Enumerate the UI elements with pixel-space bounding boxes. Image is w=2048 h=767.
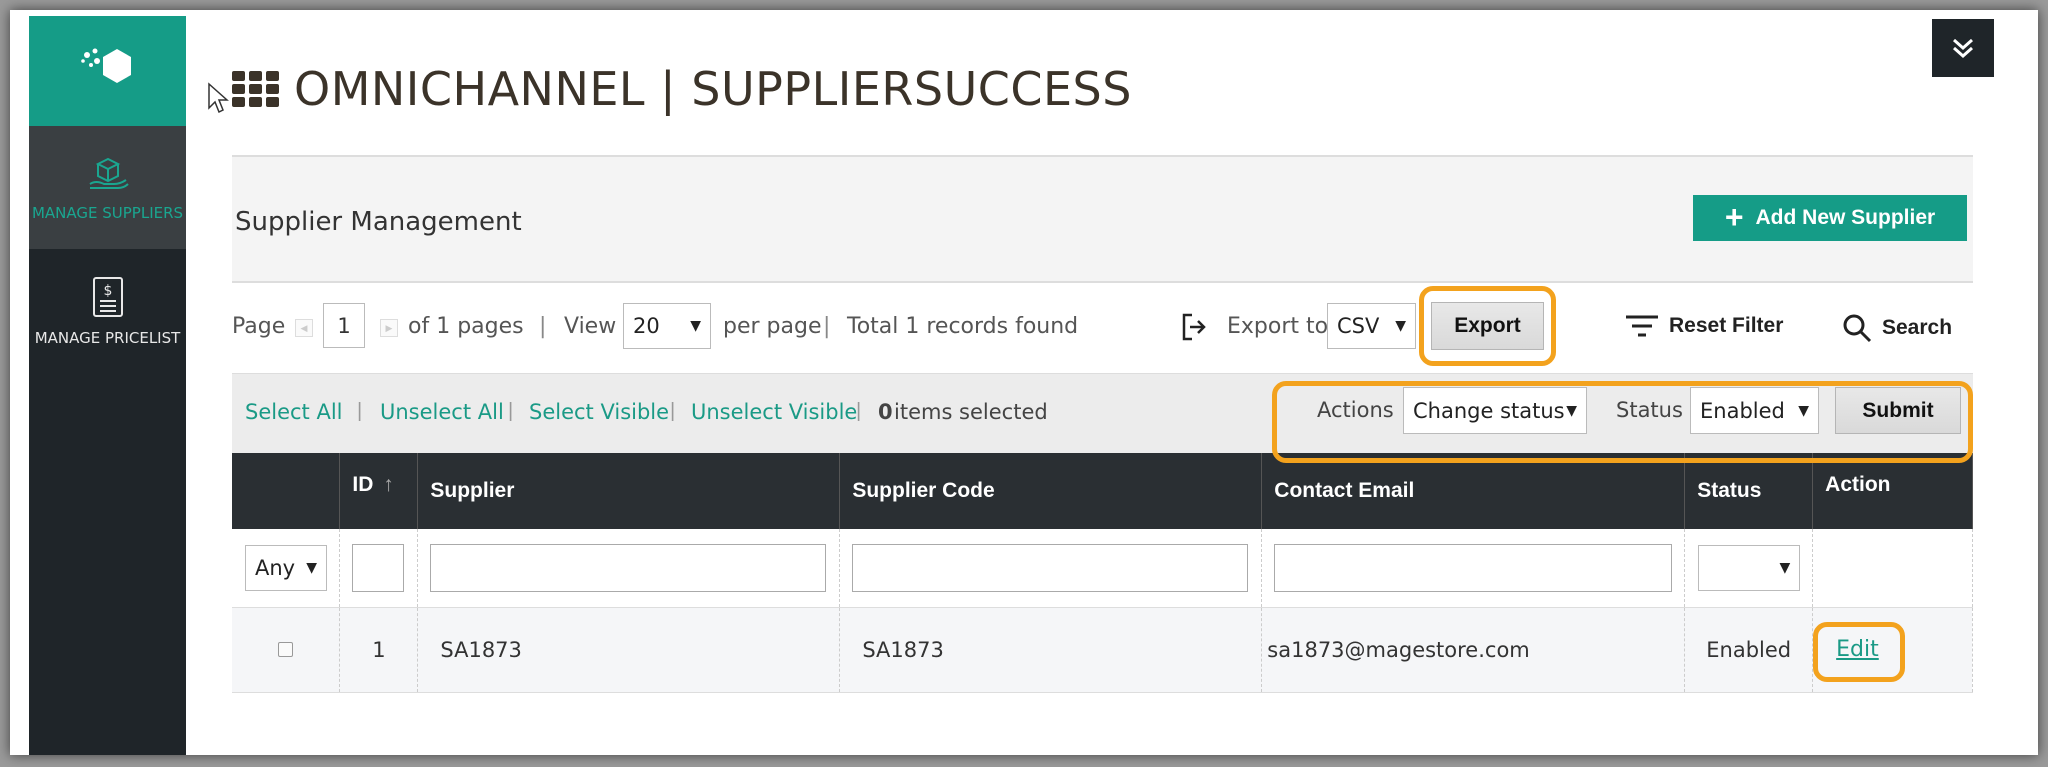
status-label: Status <box>1616 398 1683 422</box>
actions-label: Actions <box>1317 398 1394 422</box>
reset-filter-button[interactable]: Reset Filter <box>1625 313 1783 339</box>
unselect-visible-link[interactable]: Unselect Visible <box>691 400 857 424</box>
logo-icon <box>80 48 131 83</box>
caret-down-icon: ▼ <box>306 559 317 576</box>
column-header-supplier-code[interactable]: Supplier Code <box>839 453 1263 529</box>
email-filter-input[interactable] <box>1274 543 1673 592</box>
table-row[interactable]: 1 SA1873 SA1873 sa1873@magestore.com Ena… <box>232 607 1973 693</box>
mouse-cursor-icon <box>208 82 229 114</box>
collapse-button[interactable] <box>1932 19 1994 77</box>
export-to-label: Export to: <box>1227 314 1336 339</box>
sort-arrow-icon: ↑ <box>383 473 394 496</box>
page-size-select[interactable]: 20 ▼ <box>623 303 711 349</box>
of-pages-text: of 1 pages <box>408 314 524 339</box>
caret-down-icon: ▼ <box>1395 318 1406 334</box>
actions-value: Change status <box>1413 398 1565 423</box>
plus-icon: + <box>1724 198 1744 235</box>
unselect-all-link[interactable]: Unselect All <box>380 400 504 424</box>
view-label: View <box>564 314 617 339</box>
supplier-code-filter-input[interactable] <box>852 543 1249 592</box>
page-label: Page <box>232 314 286 339</box>
add-new-supplier-label: Add New Supplier <box>1755 206 1936 229</box>
selected-count: 0 <box>878 400 893 424</box>
status-value: Enabled <box>1700 398 1785 423</box>
page-input[interactable]: 1 <box>323 303 365 348</box>
app-grid-icon[interactable] <box>232 71 280 107</box>
app-window: MANAGE SUPPLIERS $ MANAGE PRICELIST OMNI… <box>10 10 2038 755</box>
svg-text:$: $ <box>103 283 112 299</box>
section-header: Supplier Management + Add New Supplier <box>232 155 1973 283</box>
checkbox-filter-select[interactable]: Any ▼ <box>245 544 327 591</box>
select-visible-link[interactable]: Select Visible <box>529 400 669 424</box>
submit-button[interactable]: Submit <box>1835 387 1961 434</box>
column-header-action: Action <box>1812 453 1973 529</box>
caret-down-icon: ▼ <box>1566 402 1577 419</box>
export-button[interactable]: Export <box>1431 302 1544 350</box>
separator: | <box>823 314 831 339</box>
cell-status: Enabled <box>1684 607 1814 693</box>
logo[interactable] <box>29 16 186 126</box>
column-header-label: ID <box>352 473 374 496</box>
filter-any-value: Any <box>255 555 296 580</box>
filter-icon <box>1626 315 1658 337</box>
export-format-value: CSV <box>1337 314 1380 338</box>
filter-row: Any ▼ ▼ <box>232 529 1973 608</box>
search-icon <box>1843 314 1872 343</box>
items-selected-text: items selected <box>894 400 1048 424</box>
search-button[interactable]: Search <box>1842 313 1952 343</box>
cell-contact-email: sa1873@magestore.com <box>1261 607 1686 693</box>
column-header-status[interactable]: Status <box>1684 453 1814 529</box>
table-header-row: ID ↑ Supplier Supplier Code Contact Emai… <box>232 453 1973 529</box>
separator: | <box>670 400 676 422</box>
column-header-id[interactable]: ID ↑ <box>339 453 419 529</box>
cell-id: 1 <box>339 607 419 693</box>
per-page-text: per page <box>723 314 822 339</box>
status-select[interactable]: Enabled ▼ <box>1690 387 1819 434</box>
double-chevron-down-icon <box>1953 38 1973 59</box>
separator: | <box>856 400 862 422</box>
status-filter-select[interactable]: ▼ <box>1698 544 1801 591</box>
sidebar-item-label: MANAGE PRICELIST <box>34 328 181 347</box>
mass-action-bar: Select All | Unselect All | Select Visib… <box>232 373 1973 463</box>
export-format-select[interactable]: CSV ▼ <box>1327 303 1416 349</box>
boxes-icon <box>88 157 129 189</box>
edit-highlight <box>1813 621 1906 682</box>
separator: | <box>508 400 514 422</box>
cell-supplier-code: SA1873 <box>839 607 1263 693</box>
sidebar-item-manage-suppliers[interactable]: MANAGE SUPPLIERS <box>29 126 186 249</box>
pager-toolbar: Page ◀ 1 ▶ of 1 pages | View 20 ▼ per pa… <box>232 283 1973 373</box>
page-size-value: 20 <box>633 314 660 338</box>
section-title: Supplier Management <box>235 207 522 237</box>
page-title-text: OMNICHANNEL | SUPPLIERSUCCESS <box>294 62 1132 116</box>
column-header-checkbox <box>232 453 341 529</box>
main-content: Supplier Management + Add New Supplier P… <box>232 155 1973 693</box>
caret-down-icon: ▼ <box>690 318 701 334</box>
caret-down-icon: ▼ <box>1779 559 1791 576</box>
prev-page-icon[interactable]: ◀ <box>295 319 313 337</box>
pricelist-icon: $ <box>92 276 123 317</box>
caret-down-icon: ▼ <box>1798 402 1809 419</box>
export-icon <box>1182 313 1206 341</box>
reset-filter-label: Reset Filter <box>1669 314 1784 337</box>
cell-supplier: SA1873 <box>417 607 841 693</box>
suppliers-table: ID ↑ Supplier Supplier Code Contact Emai… <box>232 453 1973 693</box>
actions-select[interactable]: Change status ▼ <box>1403 387 1587 434</box>
separator: | <box>539 314 547 339</box>
total-records-text: Total 1 records found <box>847 314 1079 339</box>
search-label: Search <box>1882 316 1953 339</box>
sidebar: MANAGE SUPPLIERS $ MANAGE PRICELIST <box>29 16 186 755</box>
select-all-link[interactable]: Select All <box>245 400 343 424</box>
column-header-supplier[interactable]: Supplier <box>417 453 841 529</box>
supplier-filter-input[interactable] <box>430 543 827 592</box>
add-new-supplier-button[interactable]: + Add New Supplier <box>1693 195 1967 241</box>
sidebar-item-manage-pricelist[interactable]: $ MANAGE PRICELIST <box>29 249 186 372</box>
sidebar-item-label: MANAGE SUPPLIERS <box>31 203 184 222</box>
column-header-contact-email[interactable]: Contact Email <box>1261 453 1686 529</box>
row-checkbox[interactable] <box>278 642 294 657</box>
separator: | <box>357 400 363 422</box>
next-page-icon[interactable]: ▶ <box>380 319 398 337</box>
page-title: OMNICHANNEL | SUPPLIERSUCCESS <box>232 62 1132 116</box>
id-filter-input[interactable] <box>352 543 405 592</box>
